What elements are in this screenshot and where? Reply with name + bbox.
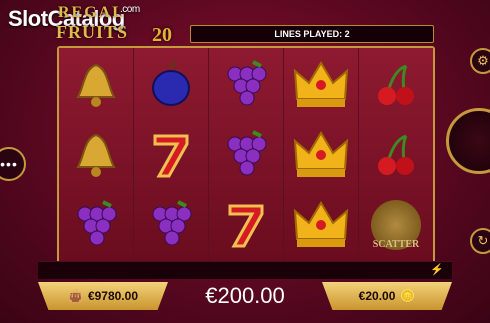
- seven-icon: [219, 198, 273, 252]
- plum-icon: [144, 58, 198, 112]
- reel-2: [134, 48, 209, 262]
- grapes-icon: [219, 128, 273, 182]
- reel-3: [209, 48, 284, 262]
- scatter-label: SCATTER: [372, 239, 420, 250]
- grapes-icon: [144, 198, 198, 252]
- scatter-icon: SCATTER: [369, 198, 423, 252]
- spin-button[interactable]: [446, 108, 490, 174]
- grapes-icon: [219, 58, 273, 112]
- crown-icon: [289, 54, 353, 114]
- reel-4: [284, 48, 359, 262]
- wallet-icon: 👜: [67, 289, 83, 303]
- grapes-icon: [69, 198, 123, 252]
- game-logo: REGAL FRUITS 20: [56, 4, 186, 46]
- balance-display: 👜 €9780.00: [38, 282, 168, 310]
- logo-line2: FRUITS: [56, 22, 129, 42]
- coins-icon: 🪙: [400, 289, 416, 303]
- cherry-icon: [369, 58, 423, 112]
- bell-icon: [69, 128, 123, 182]
- menu-button[interactable]: •••: [0, 147, 26, 181]
- status-bar: ⚡: [38, 261, 452, 279]
- autoplay-icon[interactable]: ↻: [470, 228, 490, 254]
- crown-icon: [289, 194, 353, 254]
- crown-icon: [289, 124, 353, 184]
- logo-line1: REGAL: [58, 4, 125, 21]
- win-display: €200.00: [205, 283, 285, 308]
- lightning-icon[interactable]: ⚡: [430, 263, 444, 276]
- reel-1: [59, 48, 134, 262]
- lines-played-banner: LINES PLAYED: 2: [190, 25, 434, 43]
- bet-value: €20.00: [358, 289, 396, 303]
- balance-value: €9780.00: [87, 289, 138, 303]
- cherry-icon: [369, 128, 423, 182]
- settings-icon[interactable]: ⚙: [470, 48, 490, 74]
- logo-number: 20: [152, 24, 172, 46]
- seven-icon: [144, 128, 198, 182]
- reel-grid: SCATTER: [57, 46, 435, 264]
- bet-button[interactable]: €20.00 🪙: [322, 282, 452, 310]
- reel-5: SCATTER: [359, 48, 433, 262]
- bell-icon: [69, 58, 123, 112]
